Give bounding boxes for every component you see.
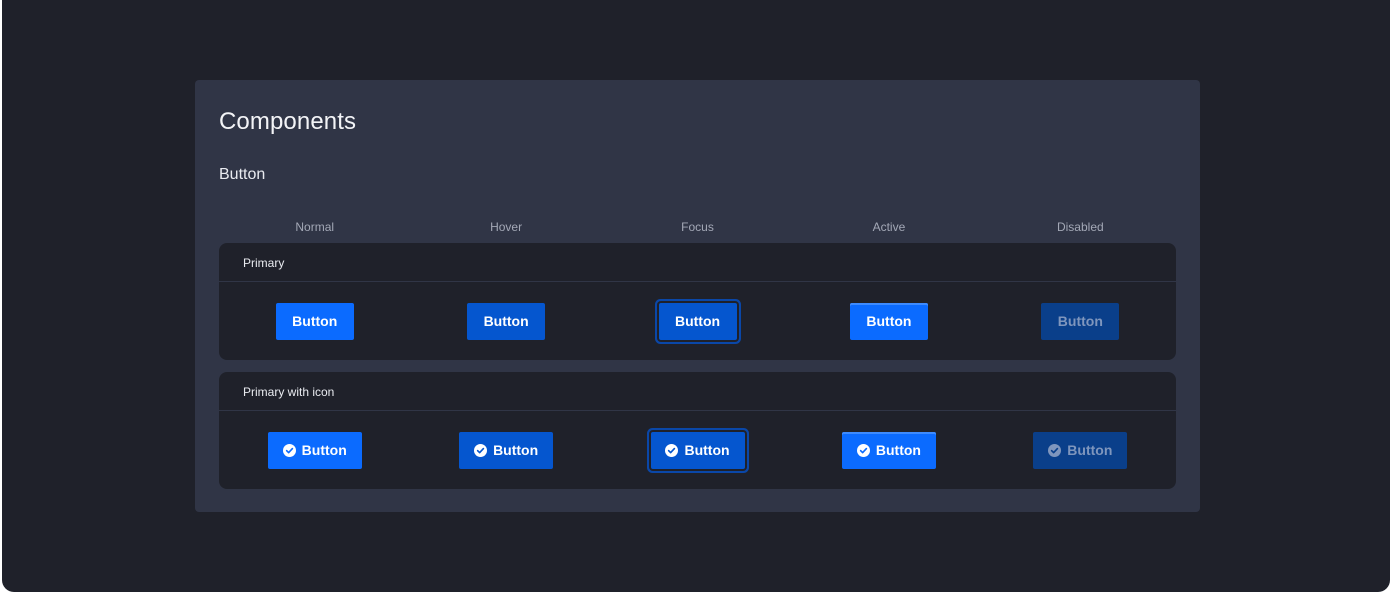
section-title: Button: [219, 166, 266, 183]
state-header-focus: Focus: [681, 220, 714, 234]
components-panel: Components Button Normal Hover Focus Act…: [195, 80, 1200, 512]
button-label: Button: [301, 442, 347, 458]
group-label: Primary with icon: [219, 372, 1176, 411]
group-label: Primary: [219, 243, 1176, 282]
primary-icon-button-disabled: Button: [1033, 431, 1128, 469]
check-circle-icon: [1048, 443, 1062, 457]
primary-button-hover[interactable]: Button: [467, 302, 546, 340]
primary-button-normal[interactable]: Button: [275, 302, 354, 340]
state-header-normal: Normal: [295, 220, 335, 234]
button-cell: Button: [219, 431, 410, 469]
state-header-disabled: Disabled: [1056, 220, 1104, 234]
primary-icon-button-active[interactable]: Button: [841, 431, 936, 469]
button-label: Button: [493, 442, 539, 458]
button-cell: Button: [985, 431, 1176, 469]
primary-button-active[interactable]: Button: [849, 302, 928, 340]
button-cell: Button: [219, 302, 410, 340]
check-circle-icon: [665, 443, 679, 457]
primary-button-disabled: Button: [1041, 302, 1120, 340]
button-row: Button Button Button Button Button: [219, 282, 1176, 360]
button-group-primary-with-icon: Primary with icon Button Button Button B…: [219, 372, 1176, 489]
button-label: Button: [875, 442, 921, 458]
app-frame: Components Button Normal Hover Focus Act…: [2, 0, 1390, 592]
check-circle-icon: [856, 443, 870, 457]
primary-icon-button-normal[interactable]: Button: [267, 431, 362, 469]
primary-icon-button-hover[interactable]: Button: [459, 431, 554, 469]
button-cell: Button: [410, 431, 601, 469]
button-cell: Button: [410, 302, 601, 340]
primary-button-focus[interactable]: Button: [658, 302, 737, 340]
check-circle-icon: [282, 443, 296, 457]
button-cell: Button: [602, 302, 793, 340]
button-cell: Button: [602, 431, 793, 469]
primary-icon-button-focus[interactable]: Button: [650, 431, 745, 469]
button-row: Button Button Button Button Button: [219, 411, 1176, 489]
state-headers: Normal Hover Focus Active Disabled: [219, 220, 1176, 236]
state-header-hover: Hover: [490, 220, 523, 234]
state-header-active: Active: [872, 220, 906, 234]
button-cell: Button: [793, 302, 984, 340]
check-circle-icon: [474, 443, 488, 457]
button-label: Button: [1067, 442, 1113, 458]
button-cell: Button: [985, 302, 1176, 340]
button-label: Button: [684, 442, 730, 458]
button-group-primary: Primary Button Button Button Button Butt…: [219, 243, 1176, 360]
page-title: Components: [219, 108, 357, 135]
button-cell: Button: [793, 431, 984, 469]
